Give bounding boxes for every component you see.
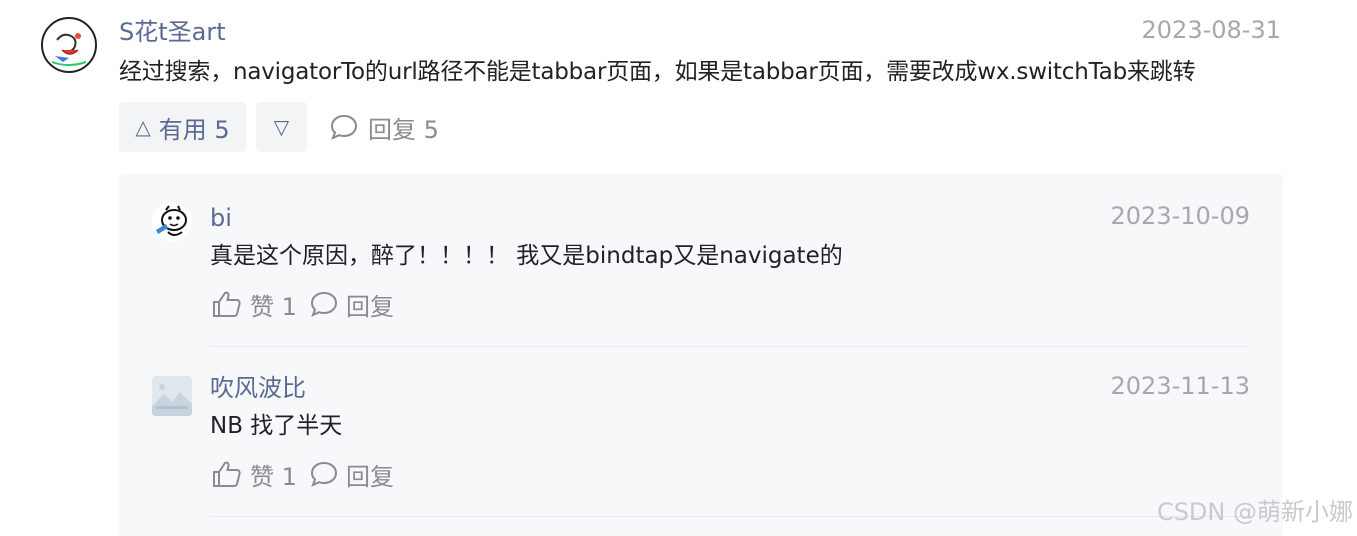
- thumbs-up-icon: [213, 461, 241, 487]
- thumbs-up-icon: [213, 291, 241, 317]
- like-button[interactable]: 赞 1: [212, 457, 297, 491]
- reply-count-label: 回复 5: [368, 115, 439, 144]
- like-label: 赞 1: [250, 292, 297, 321]
- like-button[interactable]: 赞 1: [212, 287, 297, 321]
- avatar[interactable]: [152, 376, 192, 416]
- comment-text: 经过搜索，navigatorTo的url路径不能是tabbar页面，如果是tab…: [119, 59, 1196, 85]
- like-label: 赞 1: [250, 462, 297, 491]
- reply-date: 2023-10-09: [1110, 202, 1250, 230]
- triangle-up-icon: △: [135, 115, 151, 139]
- comment-bubble-icon: [310, 461, 338, 487]
- downvote-button[interactable]: ▽: [256, 102, 307, 152]
- reply-date: 2023-11-13: [1110, 372, 1250, 400]
- upvote-label: 有用 5: [158, 115, 230, 144]
- upvote-button[interactable]: △ 有用 5: [119, 102, 246, 152]
- reply-button[interactable]: 回复: [310, 287, 394, 321]
- divider: [210, 346, 1250, 347]
- reply-text: 真是这个原因，醉了！！！！ 我又是bindtap又是navigate的: [210, 243, 843, 269]
- avatar[interactable]: [152, 202, 192, 242]
- comment-date: 2023-08-31: [1141, 16, 1281, 44]
- reply-button[interactable]: 回复: [310, 457, 394, 491]
- reply-text: NB 找了半天: [210, 413, 343, 439]
- reply-button[interactable]: 回复 5: [330, 110, 439, 144]
- avatar[interactable]: [40, 16, 98, 74]
- watermark: CSDN @萌新小娜: [1156, 498, 1353, 526]
- reply-label: 回复: [346, 292, 394, 321]
- divider: [210, 516, 1250, 517]
- comment-bubble-icon: [330, 114, 358, 140]
- triangle-down-icon: ▽: [273, 115, 290, 139]
- reply-author[interactable]: 吹风波比: [210, 372, 306, 404]
- replies-panel: bi 2023-10-09 真是这个原因，醉了！！！！ 我又是bindtap又是…: [119, 174, 1283, 536]
- reply-label: 回复: [346, 462, 394, 491]
- comment-bubble-icon: [310, 291, 338, 317]
- comment-author[interactable]: S花t圣art: [119, 16, 226, 48]
- reply-author[interactable]: bi: [210, 202, 232, 234]
